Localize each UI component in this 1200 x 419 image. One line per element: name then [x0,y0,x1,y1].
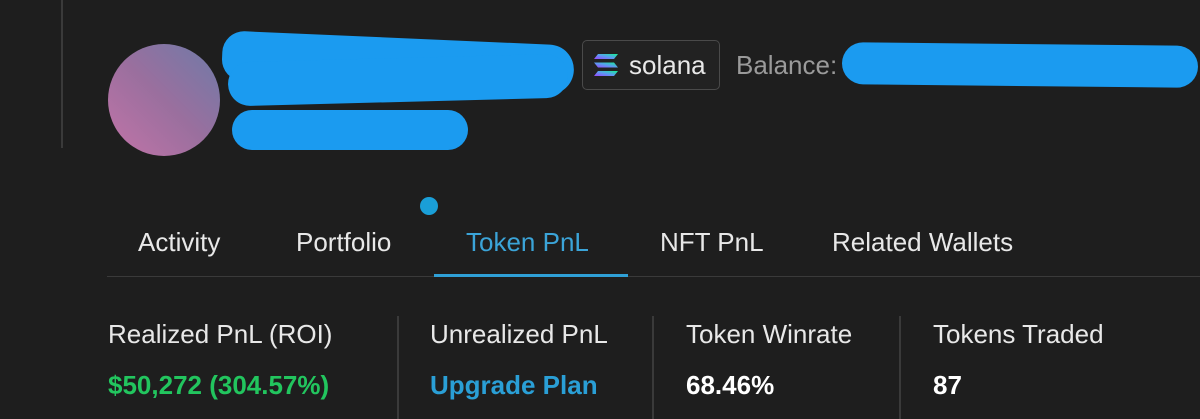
redacted-balance [841,42,1199,88]
redacted-wallet-name-stroke [227,53,569,107]
stat-divider [397,316,399,419]
active-tab-indicator [434,274,628,277]
left-divider [61,0,63,148]
stat-divider [899,316,901,419]
chain-name: solana [629,49,706,80]
token-winrate-label: Token Winrate [686,319,853,349]
realized-pnl-value: $50,272 (304.57%) [108,370,330,400]
redacted-wallet-address [232,110,468,150]
upgrade-plan-link[interactable]: Upgrade Plan [430,370,598,401]
tab-activity[interactable]: Activity [138,227,220,258]
avatar [108,44,220,156]
tab-token-pnl[interactable]: Token PnL [466,227,589,258]
balance-label: Balance: [736,50,838,80]
tokens-traded-value: 87 [933,370,962,400]
tabs-divider [107,276,1200,277]
tab-portfolio[interactable]: Portfolio [296,227,391,258]
token-winrate-value: 68.46% [686,370,775,400]
tokens-traded-label: Tokens Traded [933,319,1104,349]
realized-pnl-label: Realized PnL (ROI) [108,319,333,349]
notification-dot [420,197,438,215]
unrealized-pnl-label: Unrealized PnL [430,319,608,349]
tab-related-wallets[interactable]: Related Wallets [832,227,1013,258]
chain-badge[interactable]: solana [582,40,720,90]
solana-logo-icon [594,54,618,76]
tab-nft-pnl[interactable]: NFT PnL [660,227,764,258]
stat-divider [652,316,654,419]
